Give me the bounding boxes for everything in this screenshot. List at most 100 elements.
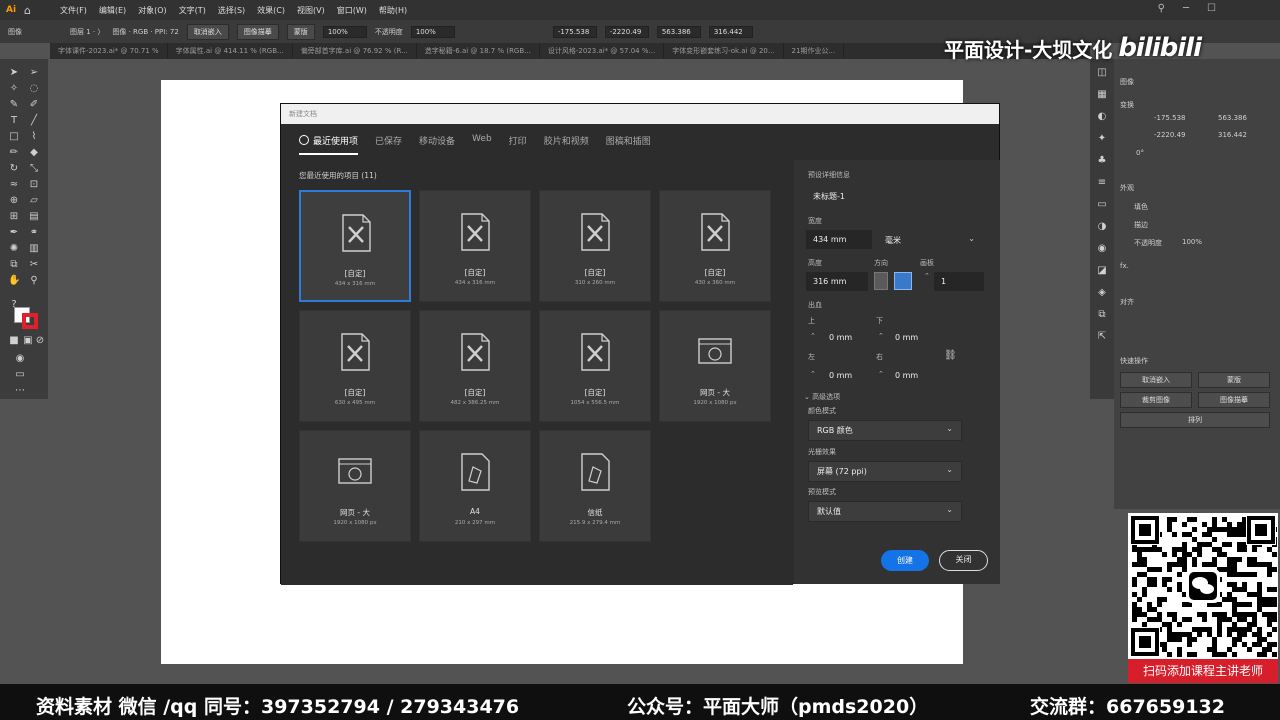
- doc-tab[interactable]: 字体课件-2023.ai* @ 70.71 %: [50, 43, 168, 59]
- eraser-tool-icon[interactable]: ◆: [28, 147, 40, 159]
- pen-tool-icon[interactable]: ✎: [8, 99, 20, 111]
- height-input[interactable]: 316 mm: [806, 272, 868, 291]
- w-field[interactable]: 563.386: [656, 25, 701, 38]
- transparency-panel-icon[interactable]: ◑: [1096, 221, 1108, 233]
- fill-stroke-swatch[interactable]: [14, 307, 38, 329]
- menu-object[interactable]: 对象(O): [134, 5, 171, 16]
- zoom-tool-icon[interactable]: ⚲: [28, 275, 40, 287]
- menu-view[interactable]: 视图(V): [293, 5, 329, 16]
- blend-tool-icon[interactable]: ⚭: [28, 227, 40, 239]
- scale-tool-icon[interactable]: ⤡: [28, 163, 40, 175]
- opacity-value[interactable]: 100%: [1182, 238, 1202, 246]
- preset-card[interactable]: [自定] 310 x 260 mm: [539, 190, 651, 302]
- preset-card[interactable]: [自定] 430 x 360 mm: [659, 190, 771, 302]
- tab-art-illustration[interactable]: 图稿和插图: [606, 134, 651, 155]
- graphic-styles-icon[interactable]: ◪: [1096, 265, 1108, 277]
- document-name-input[interactable]: 未标题-1: [806, 186, 976, 207]
- transform-x[interactable]: -175.538: [1154, 114, 1185, 122]
- transform-angle[interactable]: 0°: [1136, 149, 1144, 157]
- transform-h[interactable]: 316.442: [1218, 131, 1247, 139]
- curvature-tool-icon[interactable]: ✐: [28, 99, 40, 111]
- close-button[interactable]: 关闭: [939, 550, 988, 571]
- bleed-left-stepper-icon[interactable]: ⌃: [810, 370, 816, 378]
- free-transform-tool-icon[interactable]: ⊡: [28, 179, 40, 191]
- transform-w[interactable]: 563.386: [1218, 114, 1247, 122]
- unit-select[interactable]: 毫米 ⌄: [876, 230, 984, 251]
- screen-mode-icon[interactable]: ▭: [14, 369, 26, 381]
- image-trace-button[interactable]: 图像描摹: [1198, 392, 1270, 408]
- lasso-tool-icon[interactable]: ◌: [28, 83, 40, 95]
- menu-effect[interactable]: 效果(C): [253, 5, 289, 16]
- bleed-left-input[interactable]: 0 mm: [822, 366, 868, 385]
- more-tools-icon[interactable]: ⋯: [14, 385, 26, 397]
- gradient-tool-icon[interactable]: ▤: [28, 211, 40, 223]
- brush-tool-icon[interactable]: ⌇: [28, 131, 40, 143]
- direct-selection-tool-icon[interactable]: ➢: [28, 67, 40, 79]
- artboards-panel-icon[interactable]: ⧉: [1096, 309, 1108, 321]
- draw-mode-icon[interactable]: ◉: [14, 353, 26, 365]
- y-field[interactable]: -2220.49: [604, 25, 649, 38]
- artboards-stepper-icon[interactable]: ⌃: [924, 272, 930, 280]
- crop-image-button[interactable]: 裁剪图像: [1120, 392, 1192, 408]
- unembed-button[interactable]: 取消嵌入: [1120, 372, 1192, 388]
- menu-edit[interactable]: 编辑(E): [95, 5, 130, 16]
- artboard-tool-icon[interactable]: ⧉: [8, 259, 20, 271]
- shaper-tool-icon[interactable]: ✏: [8, 147, 20, 159]
- gradient-panel-icon[interactable]: ▭: [1096, 199, 1108, 211]
- hand-tool-icon[interactable]: ✋: [8, 275, 20, 287]
- tab-film-video[interactable]: 胶片和视频: [544, 134, 589, 155]
- unembed-button[interactable]: 取消嵌入: [186, 23, 229, 40]
- color-panel-icon[interactable]: ◐: [1096, 111, 1108, 123]
- eyedropper-tool-icon[interactable]: ✒: [8, 227, 20, 239]
- shape-builder-tool-icon[interactable]: ⊕: [8, 195, 20, 207]
- preset-card[interactable]: [自定] 630 x 495 mm: [299, 310, 411, 422]
- x-field[interactable]: -175.538: [552, 25, 597, 38]
- line-tool-icon[interactable]: ╱: [28, 115, 40, 127]
- preset-card[interactable]: 信纸 215.9 x 279.4 mm: [539, 430, 651, 542]
- preset-card[interactable]: 网页 - 大 1920 x 1080 px: [659, 310, 771, 422]
- minimize-icon[interactable]: ─: [1183, 3, 1189, 14]
- preset-card[interactable]: 网页 - 大 1920 x 1080 px: [299, 430, 411, 542]
- bleed-right-input[interactable]: 0 mm: [888, 366, 934, 385]
- doc-tab[interactable]: 造字秘籍-6.ai @ 18.7 % (RGB...: [417, 43, 540, 59]
- preset-card[interactable]: [自定] 434 x 316 mm: [419, 190, 531, 302]
- doc-tab[interactable]: 字体属性.ai @ 414.11 % (RGB...: [168, 43, 293, 59]
- tab-mobile[interactable]: 移动设备: [419, 134, 455, 155]
- selection-tool-icon[interactable]: ➤: [8, 67, 20, 79]
- appearance-panel-icon[interactable]: ◉: [1096, 243, 1108, 255]
- width-tool-icon[interactable]: ≈: [8, 179, 20, 191]
- type-tool-icon[interactable]: T: [8, 115, 20, 127]
- tab-saved[interactable]: 已保存: [375, 134, 402, 155]
- slice-tool-icon[interactable]: ✂: [28, 259, 40, 271]
- menu-type[interactable]: 文字(T): [175, 5, 210, 16]
- artboards-input[interactable]: 1: [934, 272, 984, 291]
- gradient-mode-icon[interactable]: ▣: [22, 335, 34, 347]
- zoom-field[interactable]: 100%: [322, 25, 367, 38]
- doc-tab[interactable]: 偏旁部首字库.ai @ 76.92 % (R...: [293, 43, 417, 59]
- rotate-tool-icon[interactable]: ↻: [8, 163, 20, 175]
- preset-card[interactable]: [自定] 434 x 316 mm: [299, 190, 411, 302]
- export-panel-icon[interactable]: ⇱: [1096, 331, 1108, 343]
- transform-y[interactable]: -2220.49: [1154, 131, 1185, 139]
- libraries-panel-icon[interactable]: ▦: [1096, 89, 1108, 101]
- properties-panel-icon[interactable]: ◫: [1096, 67, 1108, 79]
- mask-button[interactable]: 蒙版: [286, 23, 315, 40]
- mask-button[interactable]: 蒙版: [1198, 372, 1270, 388]
- color-mode-icon[interactable]: ■: [8, 335, 20, 347]
- menu-file[interactable]: 文件(F): [56, 5, 91, 16]
- doc-tab[interactable]: 设计风格-2023.ai* @ 57.04 %...: [540, 43, 665, 59]
- layers-panel-icon[interactable]: ◈: [1096, 287, 1108, 299]
- fx-button[interactable]: fx.: [1120, 262, 1129, 270]
- mesh-tool-icon[interactable]: ⊞: [8, 211, 20, 223]
- advanced-options-toggle[interactable]: ⌄ 高级选项: [804, 392, 840, 402]
- home-icon[interactable]: ⌂: [24, 4, 38, 17]
- arrange-button[interactable]: 排列: [1120, 412, 1270, 428]
- graph-tool-icon[interactable]: ▥: [28, 243, 40, 255]
- control-layer[interactable]: 图层 1 · 〉: [70, 27, 104, 37]
- raster-effects-select[interactable]: 屏幕 (72 ppi) ⌄: [808, 461, 962, 482]
- symbol-sprayer-tool-icon[interactable]: ✺: [8, 243, 20, 255]
- bleed-bottom-stepper-icon[interactable]: ⌃: [878, 332, 884, 340]
- preset-card[interactable]: [自定] 1054 x 556.5 mm: [539, 310, 651, 422]
- symbols-panel-icon[interactable]: ♣: [1096, 155, 1108, 167]
- stroke-panel-icon[interactable]: ≡: [1096, 177, 1108, 189]
